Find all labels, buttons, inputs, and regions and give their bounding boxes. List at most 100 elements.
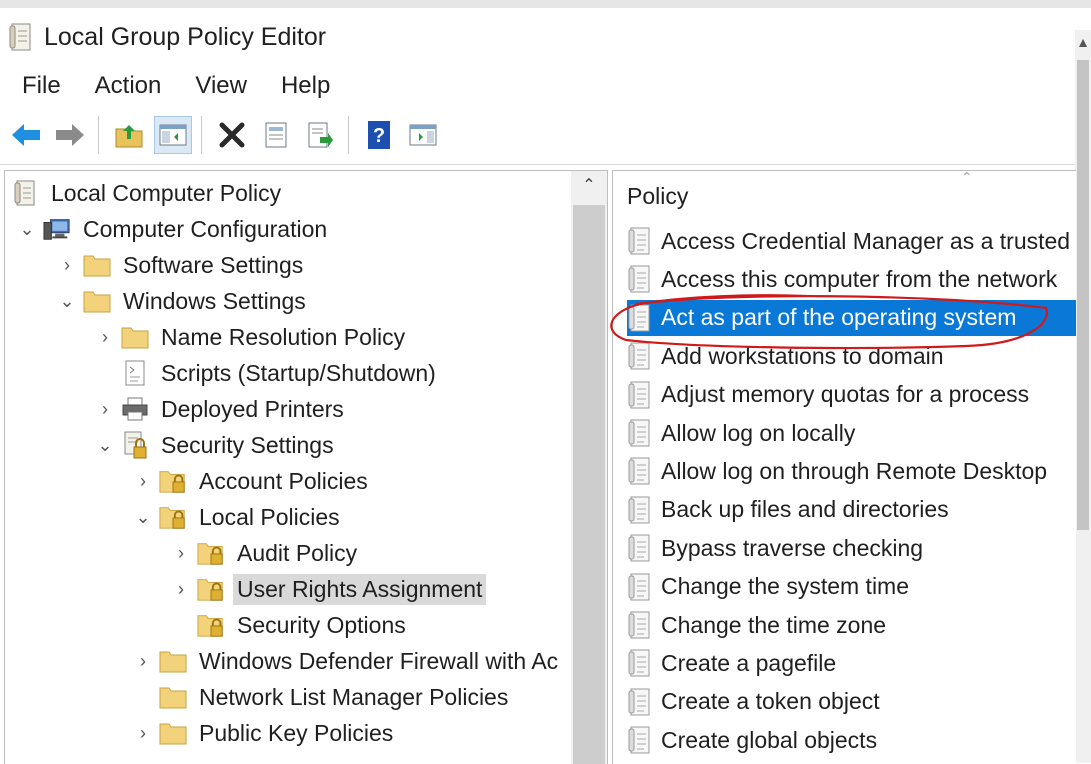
policy-row-label: Create a pagefile <box>661 649 837 676</box>
back-button[interactable] <box>8 117 44 153</box>
window-title: Local Group Policy Editor <box>44 22 327 51</box>
help-icon: ? <box>368 121 390 149</box>
properties-icon <box>265 122 287 148</box>
menu-view[interactable]: View <box>195 72 247 100</box>
show-hide-console-tree-button[interactable] <box>154 116 192 154</box>
tree-item-windows-defender-firewall[interactable]: › Windows Defender Firewall with Ac <box>135 643 562 679</box>
chevron-down-icon[interactable]: ⌄ <box>19 219 35 240</box>
policy-row[interactable]: Add workstations to domain <box>627 338 1076 374</box>
chevron-right-icon[interactable]: › <box>59 255 75 276</box>
tree-item-local-policies[interactable]: ⌄ Local Policies <box>135 499 344 535</box>
console-tree-pane: Local Computer Policy ⌄ Computer Configu… <box>4 170 608 764</box>
tree-item-label: Network List Manager Policies <box>199 683 509 710</box>
chevron-down-icon[interactable]: ⌄ <box>97 435 113 456</box>
tree-item-software-settings[interactable]: › Software Settings <box>59 247 307 283</box>
policy-setting-icon <box>627 687 653 717</box>
tree-item-deployed-printers[interactable]: › Deployed Printers <box>97 391 348 427</box>
folder-icon <box>159 719 187 747</box>
chevron-down-icon[interactable]: ⌄ <box>59 291 75 312</box>
policy-row[interactable]: Adjust memory quotas for a process <box>627 377 1076 413</box>
column-header-policy[interactable]: Policy <box>627 183 688 210</box>
chevron-right-icon[interactable]: › <box>135 471 151 492</box>
tree-scrollbar[interactable]: ⌃ <box>571 171 607 764</box>
tree-item-label: Audit Policy <box>237 539 358 566</box>
policy-setting-icon <box>627 226 653 256</box>
window-scrollbar[interactable]: ▲ <box>1075 30 1091 763</box>
menu-action[interactable]: Action <box>95 72 162 100</box>
policy-row-label: Adjust memory quotas for a process <box>661 381 1030 408</box>
tree-item-windows-settings[interactable]: ⌄ Windows Settings <box>59 283 310 319</box>
chevron-right-icon[interactable]: › <box>173 543 189 564</box>
policy-row[interactable]: Change the system time <box>627 569 1076 605</box>
tree-item-public-key-policies[interactable]: › Public Key Policies <box>135 715 397 751</box>
tree-item-computer-configuration[interactable]: ⌄ Computer Configuration <box>19 211 331 247</box>
menu-file[interactable]: File <box>22 72 61 100</box>
top-edge <box>0 0 1091 8</box>
policy-setting-icon <box>627 495 653 525</box>
policy-setting-icon <box>627 456 653 486</box>
menu-help[interactable]: Help <box>281 72 330 100</box>
help-button[interactable]: ? <box>361 117 397 153</box>
delete-icon <box>219 122 245 148</box>
forward-button[interactable] <box>52 117 88 153</box>
chevron-down-icon[interactable]: ⌄ <box>135 507 151 528</box>
back-arrow-icon <box>12 124 40 146</box>
policy-row[interactable]: Access this computer from the network <box>627 261 1076 297</box>
tree-item-label: Windows Settings <box>123 287 306 314</box>
policy-row[interactable]: Create global objects <box>627 722 1076 758</box>
policy-row[interactable]: Change the time zone <box>627 607 1076 643</box>
tree-item-name-resolution-policy[interactable]: › Name Resolution Policy <box>97 319 409 355</box>
policy-setting-icon <box>627 725 653 755</box>
policy-row[interactable]: Back up files and directories <box>627 492 1076 528</box>
policy-row[interactable]: Access Credential Manager as a trusted <box>627 223 1076 259</box>
tree-item-network-list-manager-policies[interactable]: Network List Manager Policies <box>159 679 512 715</box>
show-hide-tree-icon <box>159 124 187 146</box>
policy-row[interactable]: Allow log on locally <box>627 415 1076 451</box>
tree-item-label: Account Policies <box>199 467 368 494</box>
policy-row[interactable]: Act as part of the operating system <box>627 299 1076 336</box>
toolbar-separator <box>348 116 349 154</box>
chevron-right-icon[interactable]: › <box>97 327 113 348</box>
policy-setting-icon <box>627 303 653 333</box>
chevron-right-icon[interactable]: › <box>135 723 151 744</box>
policy-row[interactable]: Create a pagefile <box>627 645 1076 681</box>
tree-item-label: Name Resolution Policy <box>161 323 406 350</box>
tree-item-account-policies[interactable]: › Account Policies <box>135 463 372 499</box>
policy-setting-icon <box>627 418 653 448</box>
properties-button[interactable] <box>258 117 294 153</box>
tree-item-security-settings[interactable]: ⌄ Security Settings <box>97 427 338 463</box>
tree-item-label: Deployed Printers <box>161 395 344 422</box>
policy-row-label: Create a token object <box>661 688 880 715</box>
tree-item-audit-policy[interactable]: › Audit Policy <box>173 535 361 571</box>
chevron-right-icon[interactable]: › <box>97 399 113 420</box>
tree-item-scripts[interactable]: Scripts (Startup/Shutdown) <box>121 355 440 391</box>
delete-button[interactable] <box>214 117 250 153</box>
policy-setting-icon <box>627 648 653 678</box>
scroll-up-icon[interactable]: ▲ <box>1075 34 1091 52</box>
tree-item-label: Windows Defender Firewall with Ac <box>199 647 559 674</box>
policy-setting-icon <box>627 380 653 410</box>
tree-item-user-rights-assignment[interactable]: › User Rights Assignment <box>173 571 487 607</box>
export-list-button[interactable] <box>302 117 338 153</box>
script-document-icon <box>121 359 149 387</box>
tree-item-local-computer-policy[interactable]: Local Computer Policy <box>11 175 285 211</box>
policy-setting-icon <box>627 610 653 640</box>
locked-folder-icon <box>159 503 187 531</box>
window-scrollbar-thumb[interactable] <box>1077 60 1089 530</box>
policy-row[interactable]: Allow log on through Remote Desktop <box>627 453 1076 489</box>
tree-scrollbar-thumb[interactable] <box>573 205 605 764</box>
policy-row-label: Access this computer from the network <box>661 265 1058 292</box>
policy-setting-icon <box>627 572 653 602</box>
tree-item-security-options[interactable]: Security Options <box>197 607 410 643</box>
tree-item-label: Public Key Policies <box>199 719 394 746</box>
sort-caret-icon: ⌃ <box>961 170 973 185</box>
show-action-pane-button[interactable] <box>405 117 441 153</box>
tree-item-label: Software Settings <box>123 251 304 278</box>
policy-row[interactable]: Create a token object <box>627 684 1076 720</box>
up-one-level-button[interactable] <box>111 117 147 153</box>
policy-row[interactable]: Bypass traverse checking <box>627 530 1076 566</box>
scroll-up-icon[interactable]: ⌃ <box>571 175 607 203</box>
chevron-right-icon[interactable]: › <box>135 651 151 672</box>
policy-list-pane: ⌃ Policy Access Credential Manager as a … <box>612 170 1076 764</box>
chevron-right-icon[interactable]: › <box>173 579 189 600</box>
